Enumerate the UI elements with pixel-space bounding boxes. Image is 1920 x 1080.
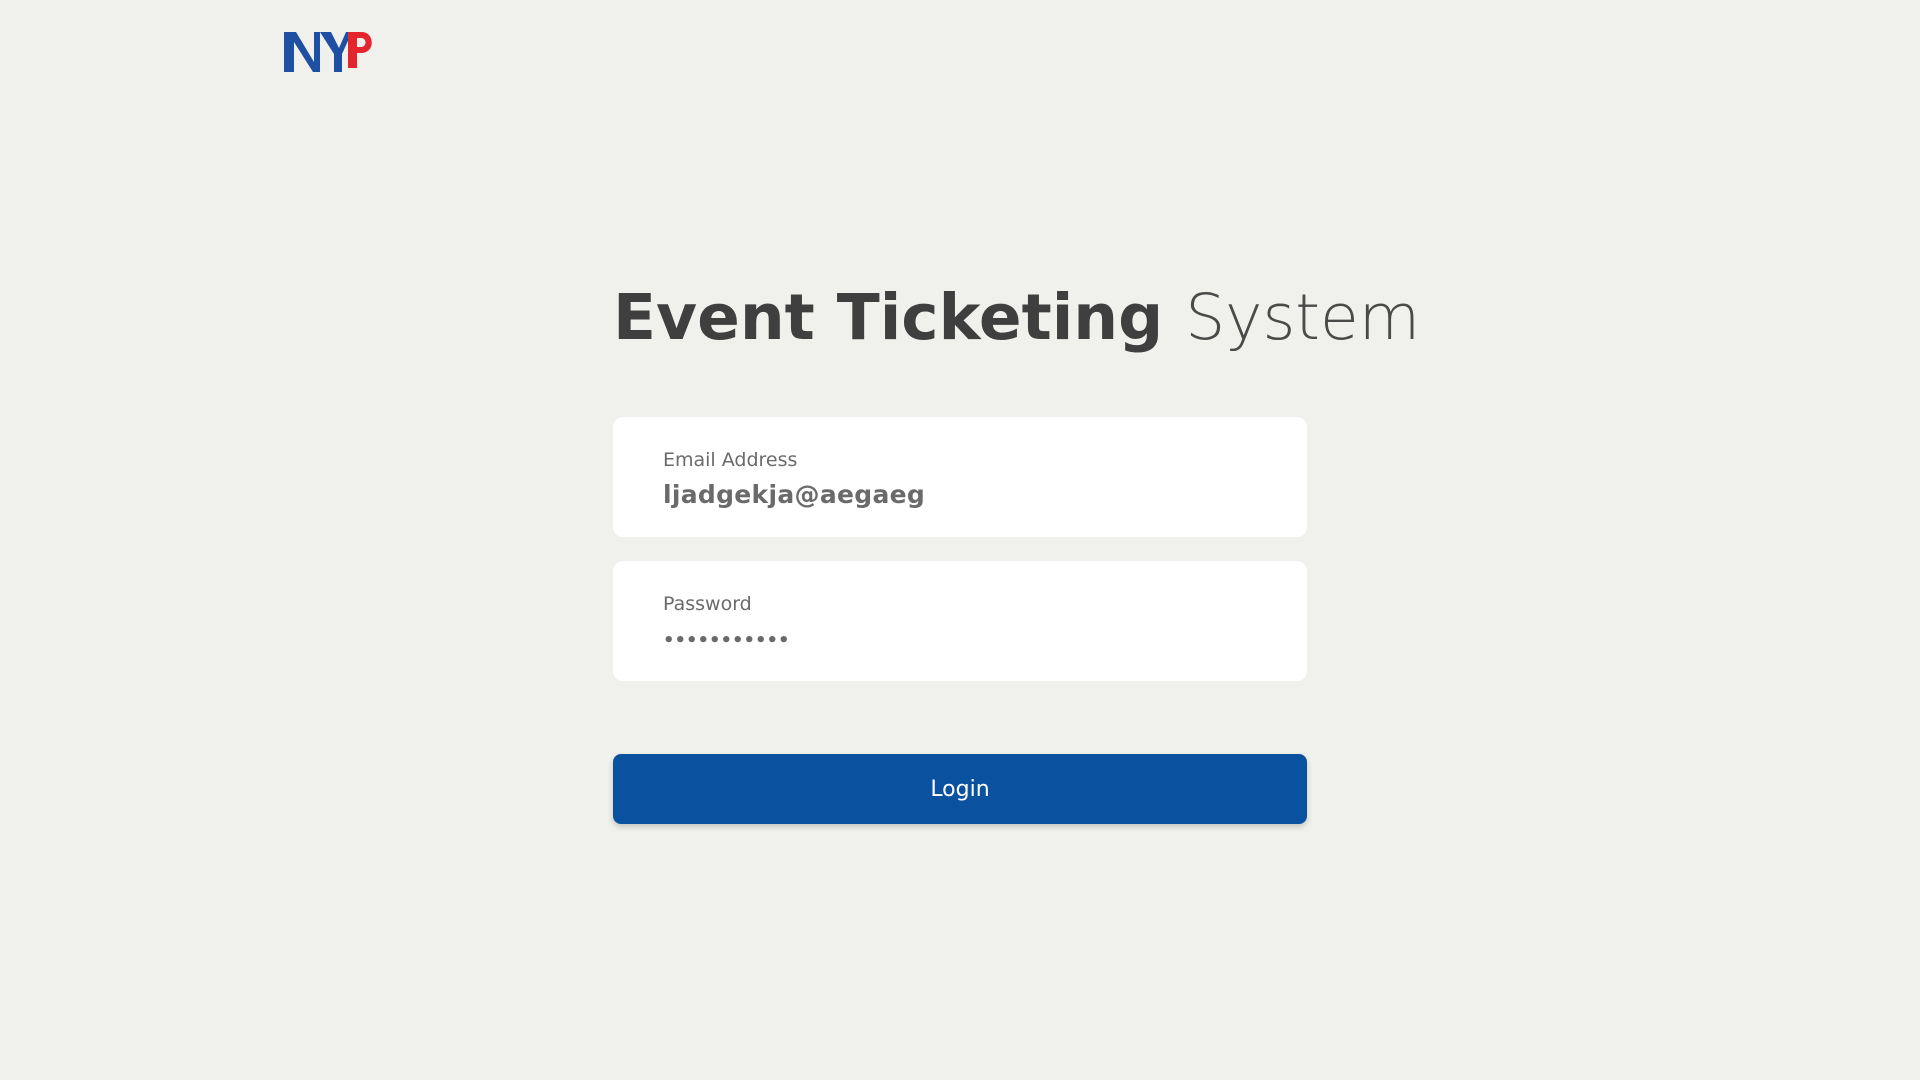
email-label: Email Address bbox=[663, 449, 798, 471]
password-label: Password bbox=[663, 593, 752, 615]
page-title-light: System bbox=[1185, 281, 1421, 354]
password-field[interactable]: Password ••••••••••• bbox=[613, 561, 1307, 681]
email-input[interactable]: ljadgekja@aegaeg bbox=[663, 479, 1257, 511]
page-title-bold: Event Ticketing bbox=[613, 281, 1164, 354]
login-page: Event Ticketing System Email Address lja… bbox=[0, 0, 1920, 1080]
email-field[interactable]: Email Address ljadgekja@aegaeg bbox=[613, 417, 1307, 537]
login-button[interactable]: Login bbox=[613, 754, 1307, 824]
nyp-logo bbox=[282, 28, 378, 76]
page-title: Event Ticketing System bbox=[613, 278, 1420, 358]
password-input[interactable]: ••••••••••• bbox=[663, 625, 1257, 657]
